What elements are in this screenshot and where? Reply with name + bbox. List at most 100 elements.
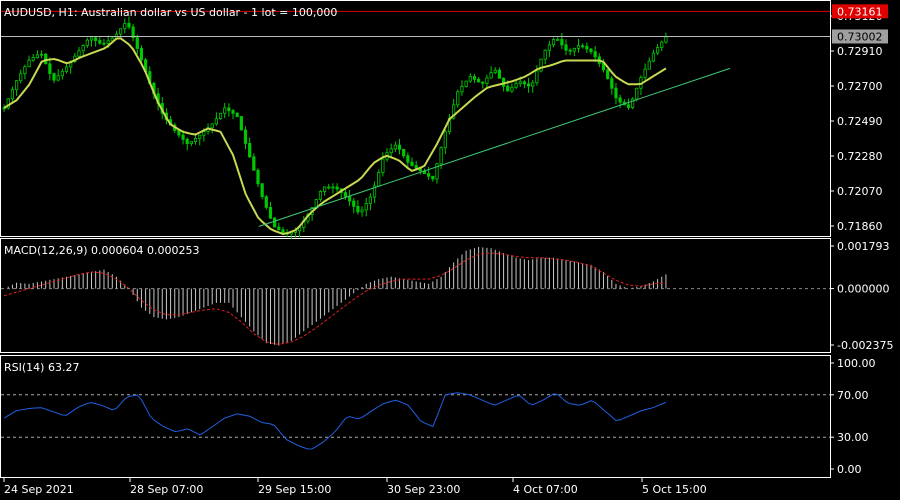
candle-body [547, 44, 551, 51]
candle-body [102, 42, 106, 45]
candle-body [564, 44, 568, 51]
candle-body [526, 83, 531, 87]
price-panel-frame [0, 0, 831, 237]
candle-body [239, 116, 243, 131]
candle-body [364, 203, 368, 211]
candle-body [514, 83, 518, 88]
candle-body [497, 69, 502, 79]
candle-body [281, 229, 285, 233]
candle-body [477, 78, 481, 83]
price-tick-label: 0.72070 [837, 185, 883, 198]
candle-body [589, 48, 593, 53]
candle-body [181, 134, 185, 140]
candle-body [60, 71, 64, 77]
candle-body [468, 76, 472, 82]
candle-body [264, 196, 268, 208]
candle-body [94, 37, 98, 41]
candle-body [531, 82, 535, 87]
candle-body [518, 81, 522, 84]
candle-body [218, 112, 223, 120]
macd-indicator-label: MACD(12,26,9) 0.000604 0.000253 [4, 244, 200, 257]
candle-body [460, 86, 464, 93]
candle-body [273, 217, 277, 228]
candle-body [98, 40, 102, 44]
price-plot [1, 10, 830, 240]
candle-body [185, 138, 189, 144]
candle-body [64, 66, 69, 72]
candle-body [260, 183, 264, 198]
candle-body [223, 107, 227, 114]
candle-body [193, 137, 198, 143]
time-tick-label: 4 Oct 07:00 [513, 483, 578, 496]
candle-body [593, 51, 597, 58]
candle-body [464, 80, 468, 87]
trendline [258, 67, 731, 227]
rsi-plot [1, 392, 830, 450]
candle-body [77, 50, 81, 57]
candle-body [397, 144, 402, 150]
candle-body [560, 39, 564, 46]
price-tick-label: 0.72700 [837, 80, 883, 93]
candle-body [551, 39, 556, 46]
candle-body [481, 81, 485, 84]
candle-body [210, 123, 214, 129]
candle-body [85, 39, 89, 46]
candle-body [39, 53, 44, 56]
candle-body [410, 161, 414, 166]
candle-body [572, 48, 576, 52]
candle-body [543, 49, 547, 60]
candle-body [485, 77, 489, 84]
candle-body [327, 186, 331, 189]
candle-body [456, 91, 460, 106]
candle-body [23, 66, 27, 75]
candle-body [606, 69, 610, 79]
candle-body [535, 70, 539, 84]
candle-body [356, 206, 360, 213]
high-price-label: 0.73161 [837, 5, 883, 18]
candle-body [123, 22, 127, 30]
candle-body [406, 155, 410, 163]
candle-body [81, 45, 85, 52]
candle-body [127, 22, 131, 28]
candle-body [35, 54, 39, 58]
candle-body [89, 37, 94, 41]
candle-body [581, 45, 585, 48]
candle-body [106, 40, 110, 44]
candle-body [377, 172, 381, 187]
candle-body [268, 207, 273, 219]
candle-body [439, 147, 443, 165]
candle-body [556, 39, 560, 41]
candle-body [352, 200, 356, 207]
candle-body [614, 87, 618, 99]
candle-body [585, 45, 589, 50]
rsi-tick-label: 30.00 [837, 431, 869, 444]
candle-body [651, 52, 656, 62]
candle-body [347, 195, 352, 202]
candle-body [56, 75, 60, 81]
rsi-tick-label: 0.00 [837, 463, 862, 476]
candle-body [31, 57, 35, 61]
candle-body [202, 131, 206, 136]
candle-body [214, 118, 218, 125]
candle-body [402, 148, 406, 157]
candle-body [252, 156, 256, 171]
candle-body [360, 209, 364, 213]
candle-body [510, 86, 514, 92]
candle-body [227, 107, 231, 112]
candle-body [343, 192, 348, 197]
price-tick-label: 0.72910 [837, 45, 883, 58]
rsi-tick-label: 70.00 [837, 389, 869, 402]
time-tick-label: 30 Sep 23:00 [387, 483, 460, 496]
candle-body [647, 60, 651, 70]
candle-body [635, 87, 639, 100]
candle-body [14, 80, 19, 91]
candle-body [393, 144, 397, 150]
time-tick-label: 5 Oct 15:00 [642, 483, 707, 496]
candle-body [660, 41, 664, 48]
chart-title: AUDUSD, H1: Australian dollar vs US doll… [4, 6, 337, 19]
candle-body [626, 104, 631, 108]
candle-body [443, 131, 447, 149]
candle-body [19, 73, 23, 82]
candle-body [472, 76, 477, 80]
candle-body [368, 196, 372, 204]
